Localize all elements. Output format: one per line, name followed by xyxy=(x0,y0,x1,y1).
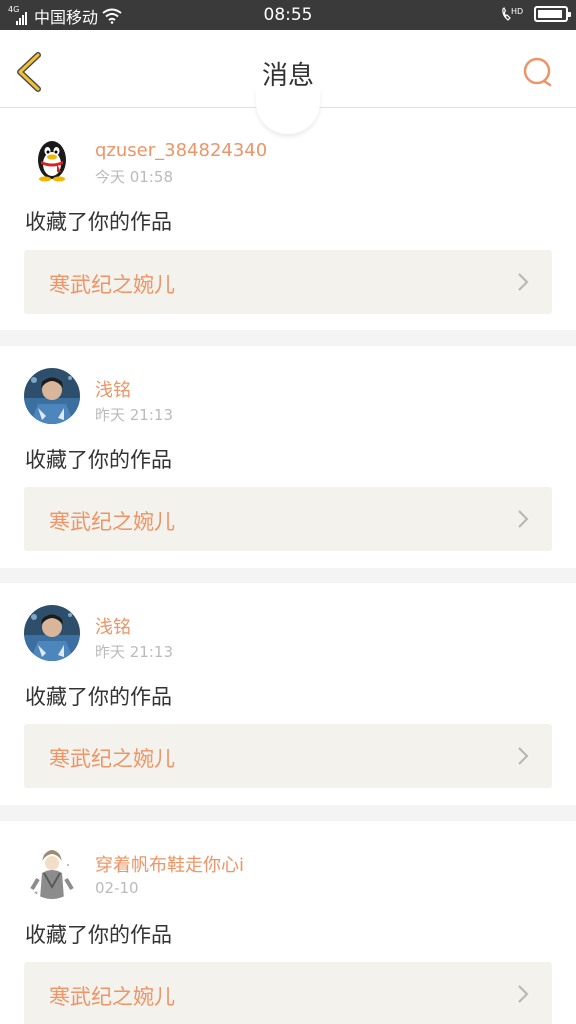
chevron-right-icon xyxy=(518,510,529,528)
work-title: 寒武纪之婉儿 xyxy=(49,747,175,771)
battery-icon xyxy=(534,6,571,22)
qq-penguin-avatar xyxy=(24,130,80,186)
avatar[interactable] xyxy=(24,368,80,424)
username[interactable]: qzuser_384824340 xyxy=(95,140,267,161)
status-time: 08:55 xyxy=(263,5,313,25)
timestamp: 昨天 21:13 xyxy=(95,406,173,424)
chevron-right-icon xyxy=(518,747,529,765)
svg-text:HD: HD xyxy=(511,7,523,16)
action-text: 收藏了你的作品 xyxy=(25,685,172,709)
action-text: 收藏了你的作品 xyxy=(25,448,172,472)
work-title: 寒武纪之婉儿 xyxy=(49,273,175,297)
avatar[interactable] xyxy=(24,130,80,186)
message-item: 浅铭 昨天 21:13 收藏了你的作品 寒武纪之婉儿 xyxy=(0,346,576,568)
work-link[interactable]: 寒武纪之婉儿 xyxy=(24,250,552,314)
avatar[interactable] xyxy=(24,843,80,899)
chevron-right-icon xyxy=(518,273,529,291)
person-photo-avatar xyxy=(24,368,80,424)
message-item: 穿着帆布鞋走你心i 02-10 收藏了你的作品 寒武纪之婉儿 xyxy=(0,821,576,1024)
anime-character-avatar xyxy=(24,843,80,899)
work-title: 寒武纪之婉儿 xyxy=(49,510,175,534)
timestamp: 今天 01:58 xyxy=(95,168,173,186)
timestamp: 02-10 xyxy=(95,879,139,897)
username[interactable]: 穿着帆布鞋走你心i xyxy=(95,851,244,877)
work-link[interactable]: 寒武纪之婉儿 xyxy=(24,487,552,551)
chevron-right-icon xyxy=(518,985,529,1003)
message-item: qzuser_384824340 今天 01:58 收藏了你的作品 寒武纪之婉儿 xyxy=(0,108,576,330)
work-link[interactable]: 寒武纪之婉儿 xyxy=(24,724,552,788)
username[interactable]: 浅铭 xyxy=(95,613,131,639)
page-title: 消息 xyxy=(261,61,314,91)
username[interactable]: 浅铭 xyxy=(95,376,131,402)
timestamp: 昨天 21:13 xyxy=(95,643,173,661)
work-link[interactable]: 寒武纪之婉儿 xyxy=(24,962,552,1024)
action-text: 收藏了你的作品 xyxy=(25,210,172,234)
person-photo-avatar xyxy=(24,605,80,661)
work-title: 寒武纪之婉儿 xyxy=(49,985,175,1009)
message-item: 浅铭 昨天 21:13 收藏了你的作品 寒武纪之婉儿 xyxy=(0,583,576,805)
hd-call-icon: HD xyxy=(502,6,523,21)
action-text: 收藏了你的作品 xyxy=(25,923,172,947)
avatar[interactable] xyxy=(24,605,80,661)
status-bar: 4G 中国移动 08:55 HD xyxy=(0,0,576,30)
status-right: HD xyxy=(500,5,571,23)
search-button[interactable] xyxy=(522,56,554,88)
